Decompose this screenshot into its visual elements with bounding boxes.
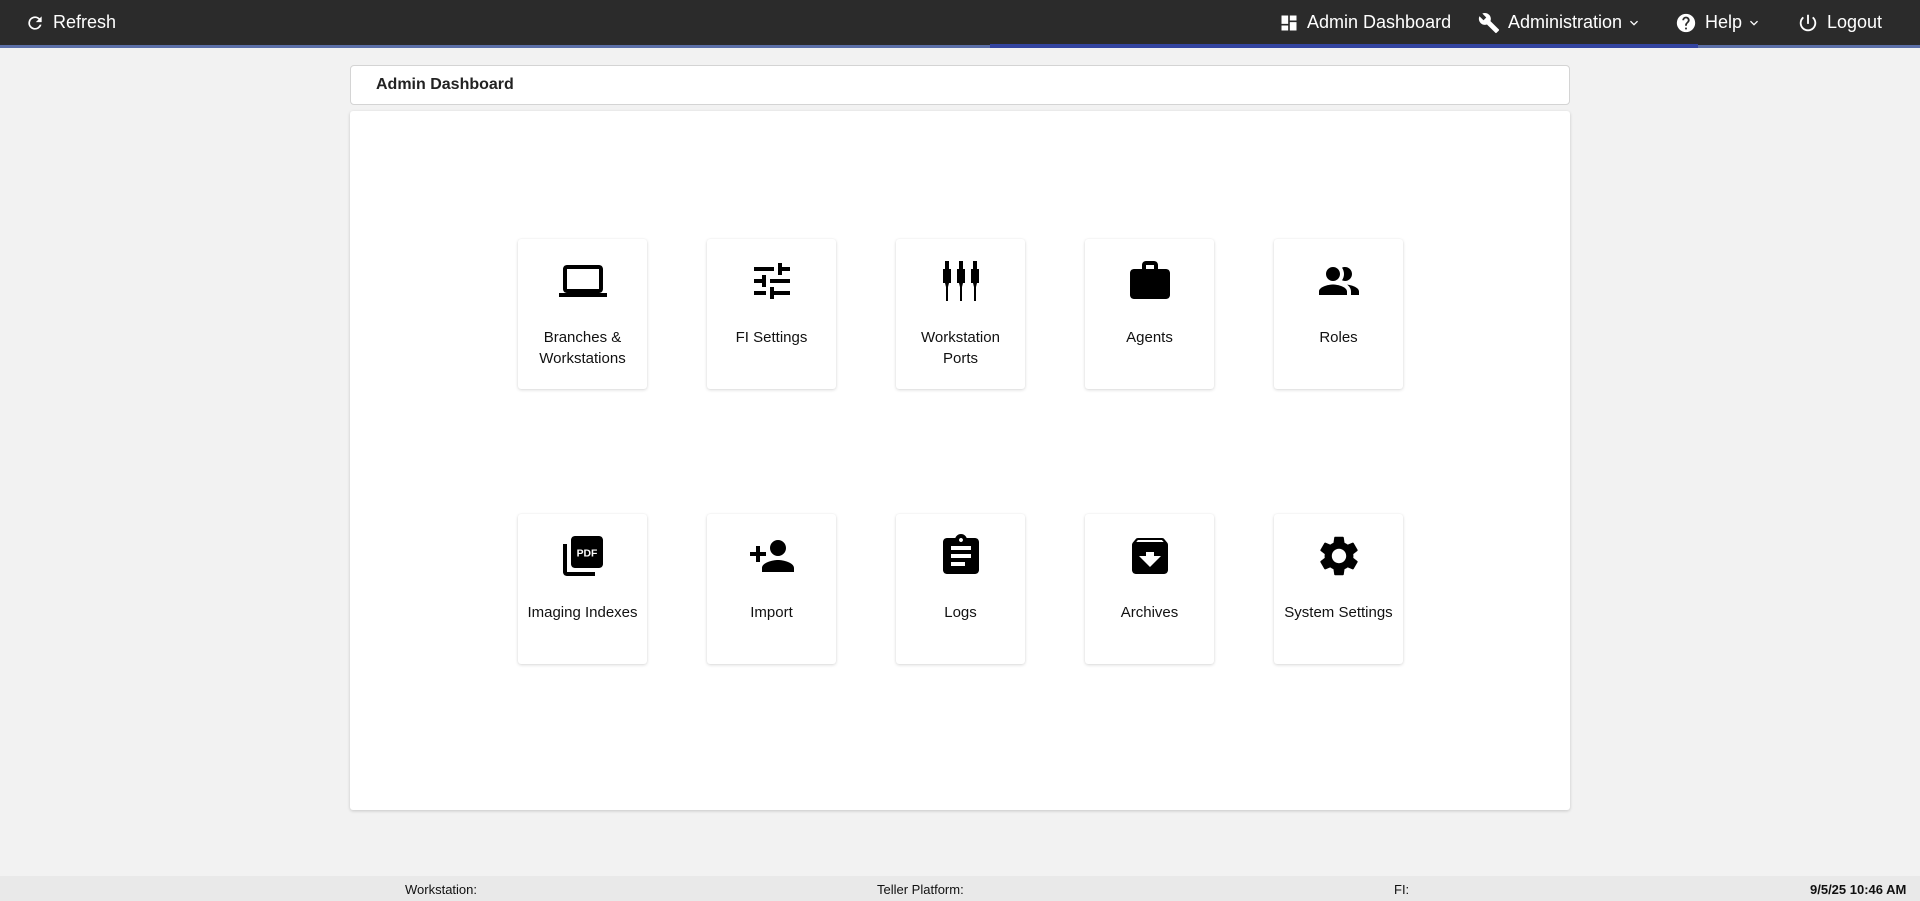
svg-text:PDF: PDF bbox=[576, 549, 597, 560]
briefcase-icon bbox=[1085, 257, 1214, 305]
top-navbar: Refresh Admin Dashboard Administration H… bbox=[0, 0, 1920, 48]
admin-dashboard-link[interactable]: Admin Dashboard bbox=[1279, 0, 1451, 45]
tile-label: Workstation Ports bbox=[921, 329, 1000, 367]
teller-platform-label: Teller Platform: bbox=[877, 882, 964, 897]
tile-archives[interactable]: Archives bbox=[1085, 514, 1214, 664]
dashboard-panel: Branches & Workstations FI Settings Work… bbox=[350, 111, 1570, 810]
person-add-icon bbox=[707, 532, 836, 580]
clipboard-icon bbox=[896, 532, 1025, 580]
wrench-icon bbox=[1478, 12, 1500, 33]
chevron-down-icon bbox=[1750, 20, 1759, 26]
logout-button[interactable]: Logout bbox=[1797, 0, 1882, 45]
archive-icon bbox=[1085, 532, 1214, 580]
help-menu[interactable]: Help bbox=[1675, 0, 1762, 45]
tile-label: Agents bbox=[1126, 329, 1173, 346]
tile-logs[interactable]: Logs bbox=[896, 514, 1025, 664]
refresh-label: Refresh bbox=[53, 12, 117, 32]
power-icon bbox=[1799, 14, 1817, 31]
admin-dashboard-label: Admin Dashboard bbox=[1307, 12, 1452, 32]
tile-system-settings[interactable]: System Settings bbox=[1274, 514, 1403, 664]
dashboard-icon bbox=[1281, 15, 1297, 30]
tile-label: Logs bbox=[944, 604, 977, 621]
laptop-icon bbox=[518, 257, 647, 305]
pdf-icon: PDF bbox=[518, 532, 647, 580]
people-icon bbox=[1274, 257, 1403, 305]
tile-imaging-indexes[interactable]: PDF Imaging Indexes bbox=[518, 514, 647, 664]
tile-import[interactable]: Import bbox=[707, 514, 836, 664]
chevron-down-icon bbox=[1630, 20, 1639, 26]
logout-label: Logout bbox=[1827, 12, 1883, 32]
tune-icon bbox=[707, 257, 836, 305]
administration-menu[interactable]: Administration bbox=[1478, 0, 1642, 45]
fi-label: FI: bbox=[1394, 882, 1410, 897]
tile-fi-settings[interactable]: FI Settings bbox=[707, 239, 836, 389]
tile-label: Branches & Workstations bbox=[539, 329, 626, 367]
tile-label: Archives bbox=[1120, 604, 1179, 621]
tile-roles[interactable]: Roles bbox=[1274, 239, 1403, 389]
status-footer: Workstation: Teller Platform: FI: 9/5/25… bbox=[0, 876, 1920, 901]
refresh-icon bbox=[28, 15, 42, 30]
active-nav-indicator bbox=[990, 44, 1698, 48]
datetime-display: 9/5/25 10:46 AM bbox=[1810, 882, 1907, 897]
help-icon bbox=[1676, 13, 1696, 32]
page-title-card: Admin Dashboard bbox=[350, 65, 1570, 105]
workstation-label: Workstation: bbox=[405, 882, 478, 897]
gear-icon bbox=[1274, 532, 1403, 580]
help-label: Help bbox=[1705, 12, 1743, 32]
tile-workstation-ports[interactable]: Workstation Ports bbox=[896, 239, 1025, 389]
tile-label: Imaging Indexes bbox=[527, 604, 638, 621]
refresh-button[interactable]: Refresh bbox=[25, 0, 116, 45]
tile-label: System Settings bbox=[1284, 604, 1393, 621]
administration-label: Administration bbox=[1508, 12, 1623, 32]
ports-icon bbox=[896, 257, 1025, 305]
page-title: Admin Dashboard bbox=[376, 76, 514, 93]
tile-agents[interactable]: Agents bbox=[1085, 239, 1214, 389]
tile-branches-workstations[interactable]: Branches & Workstations bbox=[518, 239, 647, 389]
tile-label: FI Settings bbox=[735, 329, 808, 346]
tile-label: Import bbox=[750, 604, 793, 621]
tile-label: Roles bbox=[1319, 329, 1358, 346]
